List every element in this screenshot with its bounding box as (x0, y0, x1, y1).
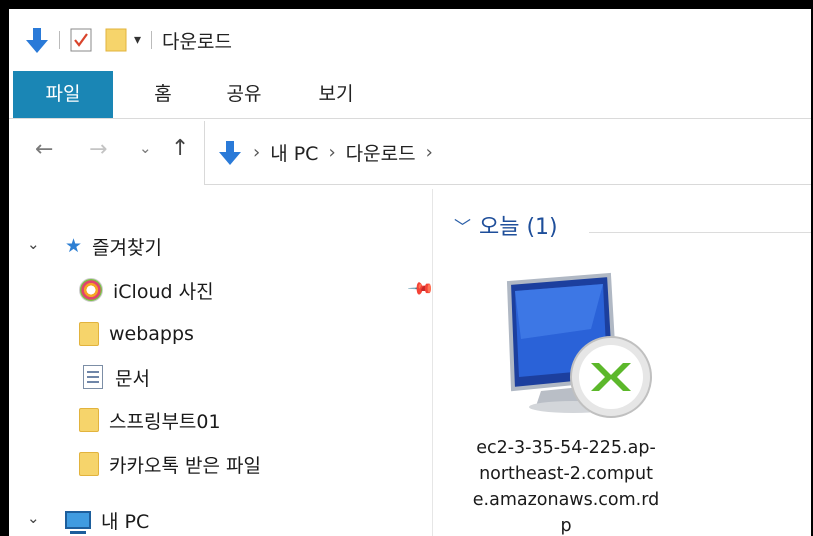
breadcrumb-downloads[interactable]: 다운로드 (346, 139, 416, 166)
sidebar-item-label: 카카오톡 받은 파일 (109, 454, 261, 477)
new-folder-icon[interactable] (104, 27, 128, 53)
sidebar-item-quick-access[interactable]: ★ 즐겨찾기 (65, 229, 162, 263)
remote-desktop-icon (506, 272, 652, 418)
file-item[interactable]: ec2-3-35-54-225.ap-northeast-2.compute.a… (471, 263, 661, 536)
tab-home[interactable]: 홈 (133, 71, 193, 118)
arrow-left-icon[interactable]: ← (35, 137, 53, 162)
group-divider (589, 232, 811, 233)
sidebar-item-label: 문서 (115, 367, 150, 390)
arrow-up-icon[interactable]: ↑ (171, 136, 189, 161)
document-icon (83, 365, 103, 389)
chevron-right-icon[interactable]: › (253, 142, 260, 163)
sidebar-item-label: webapps (109, 323, 194, 345)
expand-chevron-icon[interactable]: ⌄ (27, 509, 40, 527)
chevron-right-icon[interactable]: › (328, 142, 335, 163)
downloads-location-icon (219, 140, 241, 165)
sidebar-item-this-pc[interactable]: 내 PC (65, 503, 149, 536)
sidebar-item-documents[interactable]: 문서 (83, 360, 150, 394)
sidebar-item-springboot01[interactable]: 스프링부트01 (79, 403, 221, 437)
collapse-chevron-icon[interactable]: ﹀ (454, 213, 471, 238)
folder-icon (79, 322, 99, 346)
sidebar-item-icloud-photos[interactable]: iCloud 사진 (79, 273, 214, 307)
sidebar-item-kakaotalk-files[interactable]: 카카오톡 받은 파일 (79, 447, 261, 481)
customize-dropdown-icon[interactable]: ▾ (134, 32, 141, 48)
explorer-window: ▾ 다운로드 파일 홈 공유 보기 ← → ⌄ ↑ › 내 PC › 다운로드 … (0, 0, 813, 536)
folder-icon (79, 408, 99, 432)
sidebar-item-webapps[interactable]: webapps (79, 317, 194, 351)
properties-icon[interactable] (70, 28, 92, 52)
tab-share[interactable]: 공유 (209, 71, 279, 118)
address-bar[interactable]: › 내 PC › 다운로드 › (204, 121, 811, 185)
title-separator (151, 31, 153, 49)
computer-icon (65, 511, 91, 534)
tab-view[interactable]: 보기 (301, 71, 371, 118)
download-arrow-icon[interactable] (25, 26, 49, 54)
sidebar-item-label: 내 PC (101, 510, 150, 533)
chevron-right-icon[interactable]: › (426, 142, 433, 163)
star-icon: ★ (65, 235, 83, 257)
group-label: 오늘 (1) (479, 215, 558, 240)
window-title: 다운로드 (162, 30, 232, 53)
chevron-down-icon[interactable]: ⌄ (139, 139, 152, 157)
breadcrumb-this-pc[interactable]: 내 PC (270, 139, 318, 166)
photos-icon (79, 278, 103, 302)
sidebar-item-label: iCloud 사진 (113, 280, 214, 303)
file-name: ec2-3-35-54-225.ap-northeast-2.compute.a… (472, 438, 660, 536)
sidebar-item-label: 스프링부트01 (109, 410, 221, 433)
sidebar-item-label: 즐겨찾기 (92, 236, 162, 259)
group-header-today[interactable]: ﹀ 오늘 (1) (454, 209, 558, 241)
tab-file[interactable]: 파일 (13, 71, 113, 118)
expand-chevron-icon[interactable]: ⌄ (27, 235, 40, 253)
qat-separator (59, 31, 60, 49)
title-bar: ▾ 다운로드 (9, 9, 811, 71)
ribbon-tabs: 파일 홈 공유 보기 (9, 71, 811, 119)
pane-divider[interactable] (432, 189, 433, 536)
arrow-right-icon[interactable]: → (89, 137, 107, 162)
folder-icon (79, 452, 99, 476)
